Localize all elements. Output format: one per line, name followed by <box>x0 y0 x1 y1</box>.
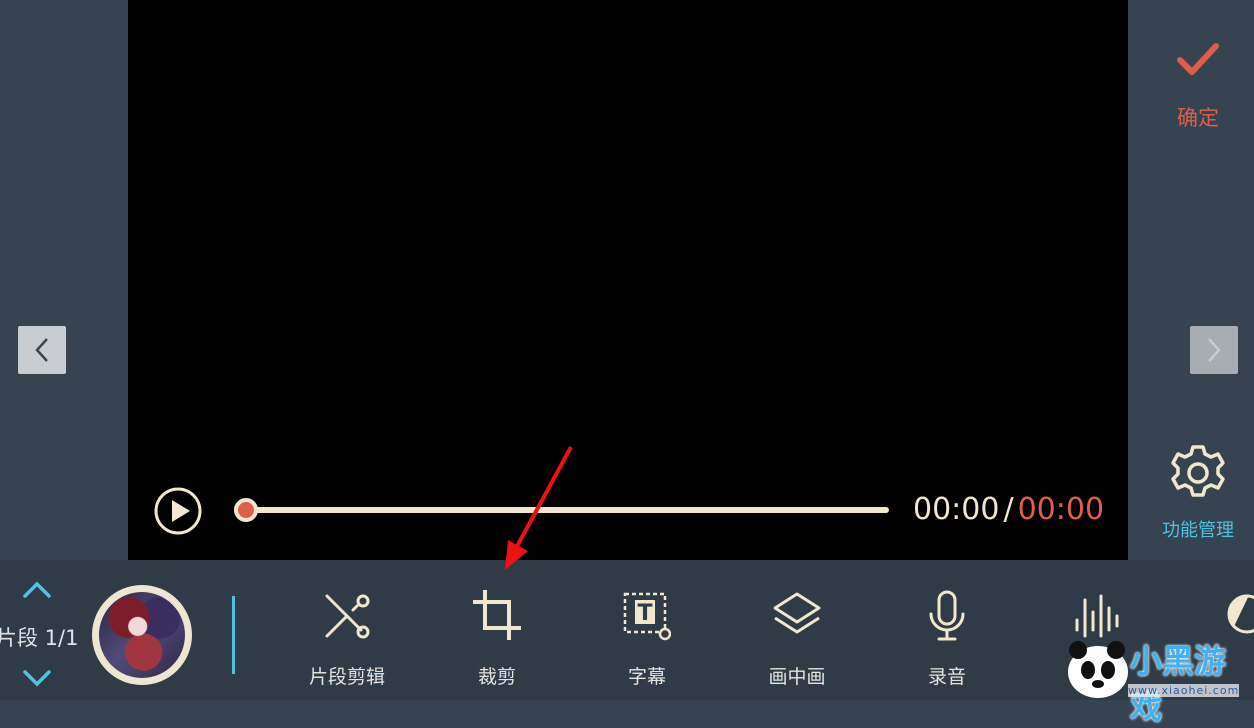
tool-subtitle-label: 字幕 <box>627 666 666 688</box>
layers-icon <box>773 592 821 634</box>
total-time: 00:00 <box>1017 492 1105 527</box>
chevron-down-icon[interactable] <box>22 668 52 688</box>
chevron-left-icon <box>35 338 48 362</box>
tool-picture-in-picture[interactable]: 画中画 <box>732 586 862 696</box>
tool-record-label: 录音 <box>927 666 966 688</box>
text-box-icon: T <box>623 592 671 641</box>
confirm-button[interactable]: 确定 <box>1128 102 1254 132</box>
current-time: 00:00 <box>913 492 1000 527</box>
previous-button[interactable] <box>18 326 66 374</box>
progress-thumb[interactable] <box>234 498 258 522</box>
scissors-icon <box>325 594 370 639</box>
checkmark-icon[interactable] <box>1176 40 1220 80</box>
time-display: 00:00/00:00 <box>913 492 1104 527</box>
play-icon[interactable] <box>154 487 202 535</box>
clip-thumbnail-image <box>99 592 185 678</box>
progress-track[interactable] <box>246 507 889 513</box>
toolbar-divider <box>232 596 235 674</box>
next-button[interactable] <box>1190 326 1238 374</box>
tool-crop-label: 裁剪 <box>477 666 516 688</box>
tool-record[interactable]: 录音 <box>882 586 1012 696</box>
gear-icon[interactable] <box>1169 444 1227 502</box>
tool-clip-edit[interactable]: 片段剪辑 <box>282 586 412 696</box>
feature-management-button[interactable]: 功能管理 <box>1128 516 1254 542</box>
clip-thumbnail[interactable] <box>92 585 192 685</box>
watermark-text: 小黑游戏 <box>1130 642 1227 726</box>
segment-label: 片段 1/1 <box>0 626 79 650</box>
crop-icon <box>473 590 521 640</box>
chevron-up-icon[interactable] <box>22 580 52 600</box>
tool-subtitle[interactable]: T 字幕 <box>582 586 712 696</box>
left-panel <box>0 0 128 560</box>
tool-picture-in-picture-label: 画中画 <box>768 666 826 688</box>
chevron-right-icon <box>1208 338 1221 362</box>
time-separator: / <box>1003 492 1014 527</box>
microphone-icon <box>929 590 965 641</box>
tool-crop[interactable]: 裁剪 <box>432 586 562 696</box>
tool-clip-edit-label: 片段剪辑 <box>308 666 385 688</box>
svg-text:T: T <box>637 601 652 626</box>
watermark-url: www.xiaohei.com <box>1128 684 1240 697</box>
video-preview[interactable] <box>128 0 1128 560</box>
